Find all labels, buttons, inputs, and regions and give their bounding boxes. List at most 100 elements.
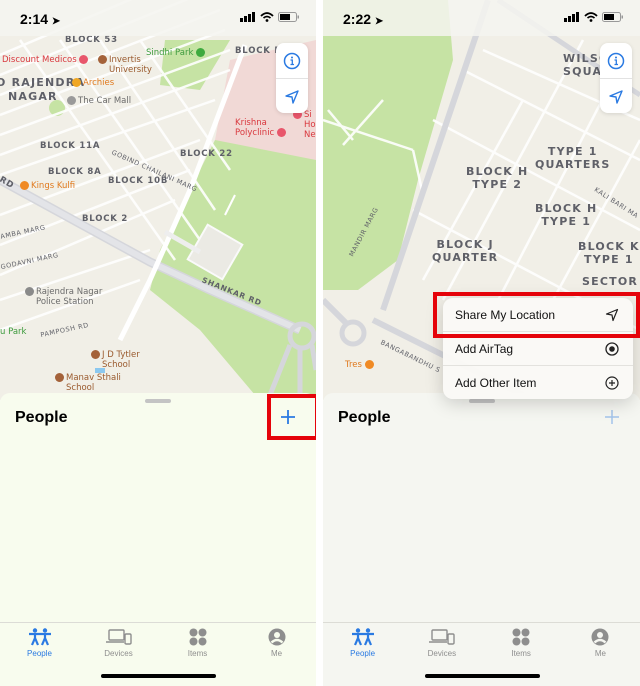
poi-sindhi-park[interactable]: Sindhi Park: [146, 48, 207, 58]
add-button[interactable]: [598, 403, 626, 431]
poi-krishna-polyclinic[interactable]: Krishna Polyclinic: [235, 118, 288, 138]
map-label: BLOCK K TYPE 1: [578, 240, 640, 266]
poi-hospital[interactable]: Si Ho Ne: [293, 110, 316, 140]
plus-circle-icon: [605, 375, 619, 390]
highlight-annotation: [267, 394, 316, 440]
tab-label: Me: [594, 649, 606, 658]
poi-park[interactable]: u Park: [0, 327, 26, 337]
map-label: BLOCK H TYPE 1: [535, 202, 597, 228]
location-services-icon: ➤: [51, 16, 61, 27]
tab-label: Items: [511, 649, 531, 658]
poi-label: The Car Mall: [78, 96, 132, 106]
poi-label: Police Station: [36, 297, 94, 307]
police-icon: [25, 287, 34, 296]
tab-label: Me: [270, 649, 283, 658]
info-button[interactable]: [276, 43, 308, 78]
track-location-button[interactable]: [276, 78, 308, 114]
tab-me[interactable]: Me: [237, 623, 316, 686]
label-line: BLOCK H: [466, 165, 529, 178]
map-label: BLOCK 53: [65, 35, 118, 45]
tab-label: Items: [187, 649, 208, 658]
pharmacy-icon: [79, 55, 89, 64]
label-line: QUARTERS: [535, 158, 611, 171]
poi-label: J D Tytler: [102, 350, 140, 360]
right-phone-screen: WILSO SQUAR TYPE 1 QUARTERS BLOCK H TYPE 2 …: [323, 0, 640, 686]
school-icon: [55, 373, 64, 382]
people-icon: [351, 628, 374, 646]
devices-icon: [105, 629, 132, 645]
school-icon: [91, 350, 100, 359]
status-time: 2:14 ➤: [20, 11, 60, 27]
status-icons: [564, 12, 624, 22]
map-label: TYPE 1 QUARTERS: [535, 145, 610, 171]
tab-label: People: [350, 649, 376, 658]
location-arrow-icon: [609, 89, 623, 104]
map-controls: [600, 43, 632, 113]
store-icon: [67, 96, 76, 105]
map-label: SECTOR 4: [582, 275, 640, 288]
time-text: 2:14: [20, 11, 49, 27]
cellular-signal-icon: [240, 12, 255, 22]
poi-label: Sindhi Park: [146, 48, 194, 58]
items-icon: [189, 628, 206, 646]
tab-label: People: [27, 649, 52, 658]
sheet-title: People: [338, 409, 391, 426]
menu-item-label: Add Other Item: [455, 375, 537, 390]
poi-label: University: [109, 65, 152, 75]
label-line: TYPE 1: [583, 253, 634, 266]
map-controls: [276, 43, 308, 113]
info-button[interactable]: [600, 43, 632, 78]
poi-jd-tytler-school[interactable]: J D Tytler School: [91, 350, 140, 370]
poi-car-mall[interactable]: The Car Mall: [67, 96, 131, 106]
poi-tres[interactable]: Tres: [345, 360, 376, 370]
left-phone-screen: BLOCK 53 Discount Medicos Invertis Univer…: [0, 0, 316, 686]
location-arrow-icon: [285, 89, 299, 104]
label-line: BLOCK H: [535, 202, 598, 215]
home-indicator[interactable]: [101, 674, 216, 678]
tab-label: Devices: [104, 649, 133, 658]
poi-label: Archies: [83, 78, 115, 88]
location-services-icon: ➤: [374, 16, 384, 27]
university-icon: [98, 55, 107, 64]
tab-people[interactable]: People: [0, 623, 79, 686]
poi-manav-sthali-school[interactable]: Manav Sthali School: [55, 373, 121, 393]
poi-label: Rajendra Nagar: [36, 287, 103, 297]
map-view[interactable]: BLOCK 53 Discount Medicos Invertis Univer…: [0, 0, 316, 400]
tab-people[interactable]: People: [323, 623, 402, 686]
map-label: BLOCK 10B: [108, 176, 169, 186]
menu-item-add-other-item[interactable]: Add Other Item: [443, 365, 633, 399]
clinic-icon: [276, 128, 286, 137]
status-icons: [240, 12, 300, 22]
sheet-grabber[interactable]: [468, 399, 495, 403]
poi-kings-kulfi[interactable]: Kings Kulfi: [20, 181, 75, 191]
map-label: BLOCK 8A: [48, 167, 102, 177]
track-location-button[interactable]: [600, 78, 632, 114]
sheet-grabber[interactable]: [145, 399, 171, 403]
poi-label: Kings Kulfi: [31, 181, 76, 191]
poi-discount-medicos[interactable]: Discount Medicos: [2, 55, 90, 65]
poi-invertis[interactable]: Invertis University: [98, 55, 152, 75]
highlight-annotation: [433, 292, 640, 338]
map-label: BLOCK 2: [82, 214, 129, 224]
home-indicator[interactable]: [424, 674, 540, 678]
battery-icon: [602, 12, 623, 22]
wifi-icon: [260, 12, 274, 22]
map-label: BLOCK J QUARTER: [432, 238, 498, 264]
devices-icon: [428, 629, 455, 645]
label-line: TYPE 1: [541, 215, 592, 228]
poi-archies[interactable]: Archies: [72, 78, 114, 88]
sheet-title: People: [15, 409, 68, 426]
tab-me[interactable]: Me: [561, 623, 640, 686]
poi-label: School: [66, 383, 95, 393]
me-icon: [591, 628, 609, 646]
status-time: 2:22 ➤: [343, 11, 383, 27]
status-bar: 2:14 ➤: [0, 0, 316, 36]
label-line: QUARTER: [432, 251, 499, 264]
tab-label: Devices: [427, 649, 457, 658]
menu-item-label: Add AirTag: [455, 341, 514, 356]
label-line: BLOCK J: [436, 238, 494, 251]
poi-label: Ne: [304, 130, 316, 140]
poi-label: Discount Medicos: [2, 55, 77, 65]
poi-police-station[interactable]: Rajendra Nagar Police Station: [25, 287, 102, 307]
map-label: NAGAR: [8, 90, 58, 103]
